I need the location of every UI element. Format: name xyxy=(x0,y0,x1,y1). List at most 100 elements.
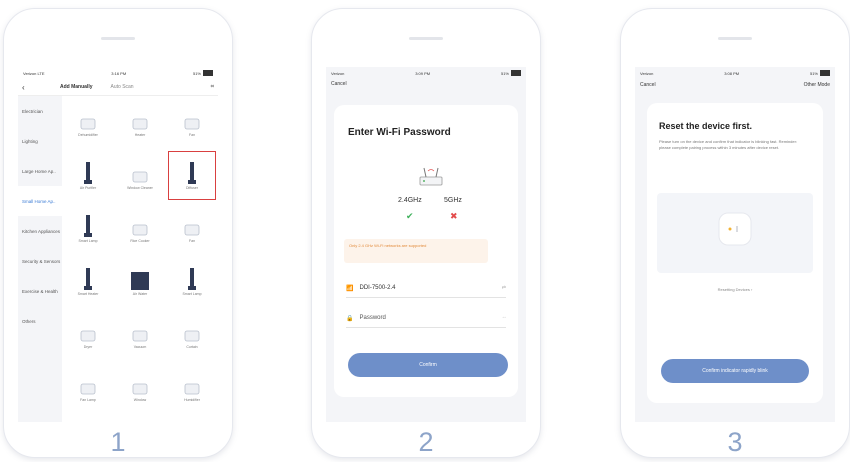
device-icon xyxy=(130,109,150,131)
add-device-header: ‹ Add Manually Auto Scan ⌗ xyxy=(18,79,218,96)
status-bar: Verizon 3:09 PM 51% xyxy=(326,67,526,79)
carrier: Verizon xyxy=(331,70,345,76)
carrier: Verizon xyxy=(640,70,654,76)
cancel-link[interactable]: Cancel xyxy=(326,79,526,101)
device-illustration xyxy=(657,193,813,273)
battery-icon xyxy=(202,70,213,76)
speaker xyxy=(409,37,443,40)
device-type-item[interactable]: Heater xyxy=(114,96,166,149)
device-label: Dryer xyxy=(83,344,93,349)
device-icon xyxy=(182,161,202,184)
device-type-item[interactable]: Dehumidifier xyxy=(62,96,114,149)
category-item[interactable]: Electrician xyxy=(18,96,62,126)
step-number: 1 xyxy=(110,427,126,457)
device-type-item[interactable]: Fan xyxy=(166,202,218,255)
wifi-card: Enter Wi-Fi Password 2.4GHz 5GHz ✔ ✖ Onl… xyxy=(334,105,518,397)
tab-auto-scan[interactable]: Auto Scan xyxy=(111,84,134,90)
category-item[interactable]: Small Home Ap.. xyxy=(18,186,62,216)
device-icon xyxy=(130,374,150,396)
device-label: Smart Heater xyxy=(77,291,99,296)
status-bar: Verizon LTE 3:16 PM 51% xyxy=(18,67,218,79)
category-item[interactable]: Exercise & Health xyxy=(18,276,62,306)
device-icon xyxy=(78,214,98,237)
device-label: Rice Cooker xyxy=(130,238,150,243)
chevron-right-icon: ⇄ xyxy=(501,285,506,291)
device-label: Dehumidifier xyxy=(78,132,98,137)
device-icon xyxy=(78,161,98,184)
device-type-item[interactable]: Diffuser xyxy=(166,149,218,202)
wifi-ssid-field[interactable]: 📶 DDI-7500-2.4 ⇄ xyxy=(346,279,506,298)
device-icon xyxy=(182,374,202,396)
device-type-item[interactable]: Curtain xyxy=(166,308,218,361)
device-label: Heater xyxy=(134,132,146,137)
device-type-item[interactable]: Dryer xyxy=(62,308,114,361)
device-icon xyxy=(182,321,202,343)
phone-3-screen: Verizon 3:08 PM 51% Cancel Other Mode Re… xyxy=(635,67,835,422)
back-button[interactable]: ‹ xyxy=(22,83,32,92)
category-item[interactable]: Security & Sensors xyxy=(18,246,62,276)
device-type-item[interactable]: Smart Heater xyxy=(62,255,114,308)
device-icon xyxy=(130,268,150,290)
band-5ghz-label: 5GHz xyxy=(444,197,462,204)
device-label: Window xyxy=(133,397,147,402)
carrier: Verizon LTE xyxy=(23,70,45,76)
device-type-item[interactable]: Window xyxy=(114,361,166,414)
other-mode-link[interactable]: Other Mode xyxy=(804,82,830,88)
device-type-item[interactable]: Fan Lamp xyxy=(62,361,114,414)
device-icon xyxy=(78,267,98,290)
battery-text: 51% xyxy=(192,70,201,76)
device-type-item[interactable]: Air Water xyxy=(114,255,166,308)
device-icon xyxy=(130,215,150,237)
device-label: Vacuum xyxy=(133,344,147,349)
category-item[interactable]: Lighting xyxy=(18,126,62,156)
eye-icon[interactable]: ◦◦ xyxy=(502,315,506,321)
instructions-text: Please turn on the device and confirm th… xyxy=(659,139,798,150)
battery-icon xyxy=(819,70,830,76)
cancel-link[interactable]: Cancel xyxy=(640,82,656,88)
category-sidebar: Electrician Lighting Large Home Ap.. Small … xyxy=(18,96,62,422)
device-label: Air Water xyxy=(132,291,148,296)
device-icon xyxy=(130,162,150,184)
category-item[interactable]: Others xyxy=(18,306,62,336)
device-type-item[interactable]: Fan xyxy=(166,96,218,149)
device-label: Curtain xyxy=(186,344,198,349)
speaker xyxy=(101,37,135,40)
device-label: Smart Lamp xyxy=(182,291,202,296)
battery-icon xyxy=(510,70,521,76)
battery-text: 51% xyxy=(500,70,509,76)
reset-card: Reset the device first. Please turn on t… xyxy=(647,103,823,403)
scan-icon[interactable]: ⌗ xyxy=(211,84,214,91)
confirm-button[interactable]: Confirm xyxy=(348,353,508,377)
device-label: Fan xyxy=(188,132,196,137)
device-type-item[interactable]: Air Purifier xyxy=(62,149,114,202)
device-type-item[interactable]: Smart Lamp xyxy=(166,255,218,308)
status-bar: Verizon 3:08 PM 51% xyxy=(635,67,835,79)
device-type-item[interactable]: Smart Lamp xyxy=(62,202,114,255)
category-item[interactable]: Large Home Ap.. xyxy=(18,156,62,186)
phone-1-screen: Verizon LTE 3:16 PM 51% ‹ Add Manually A… xyxy=(18,67,218,422)
device-type-item[interactable]: Rice Cooker xyxy=(114,202,166,255)
device-label: Window Cleaner xyxy=(127,185,153,190)
time: 3:16 PM xyxy=(111,70,127,76)
resetting-devices-link[interactable]: Resetting Devices › xyxy=(647,287,823,292)
device-icon xyxy=(182,267,202,290)
category-item[interactable]: Kitchen Appliances xyxy=(18,216,62,246)
time: 3:08 PM xyxy=(724,70,740,76)
time: 3:09 PM xyxy=(415,70,431,76)
ssid-value: DDI-7500-2.4 xyxy=(359,285,396,291)
check-icon: ✔ xyxy=(406,211,414,221)
step-number: 3 xyxy=(727,427,743,457)
device-type-item[interactable]: Humidifier xyxy=(166,361,218,414)
band-warning-note: Only 2.4 GHz Wi-Fi networks are supporte… xyxy=(344,239,488,263)
device-type-item[interactable]: Vacuum xyxy=(114,308,166,361)
router-icon xyxy=(419,167,443,186)
password-placeholder: Password xyxy=(359,315,386,321)
smart-plug-icon xyxy=(718,212,752,246)
password-field[interactable]: 🔒 Password ◦◦ xyxy=(346,309,506,328)
confirm-indicator-button[interactable]: Confirm indicator rapidly blink xyxy=(661,359,809,383)
lock-icon: 🔒 xyxy=(346,315,354,322)
device-type-item[interactable]: Window Cleaner xyxy=(114,149,166,202)
device-label: Air Purifier xyxy=(79,185,97,190)
device-label: Fan xyxy=(188,238,196,243)
tab-add-manually[interactable]: Add Manually xyxy=(60,84,93,90)
